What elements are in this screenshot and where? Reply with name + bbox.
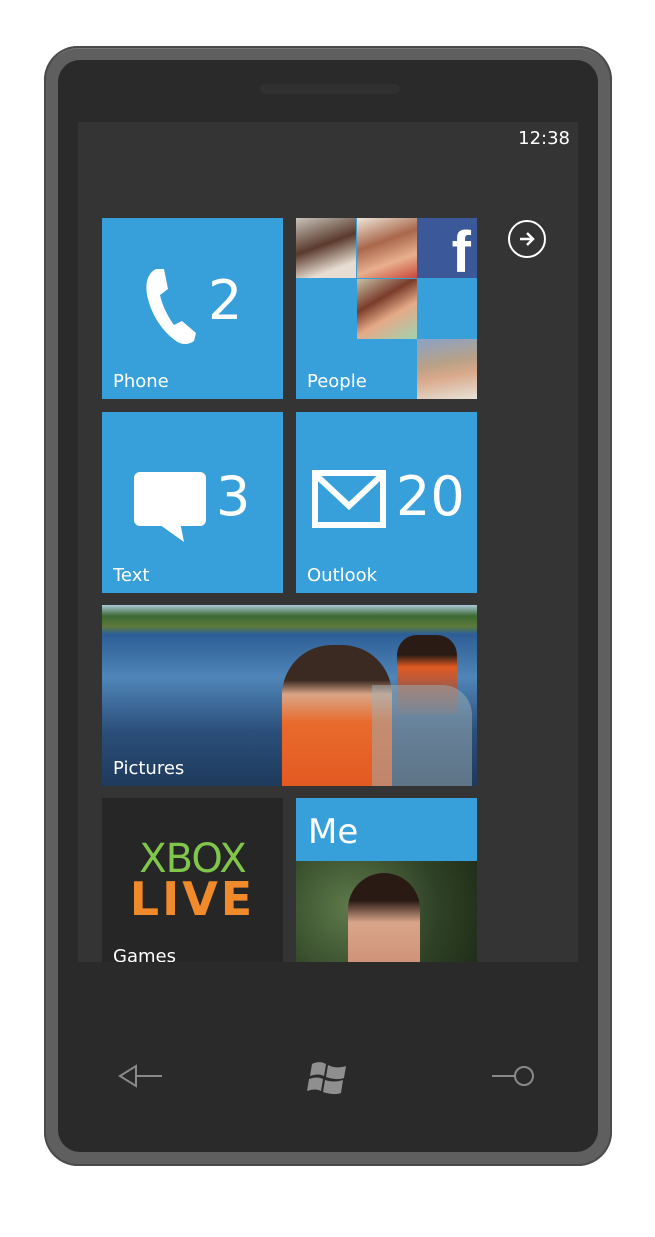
text-unread-count: 3 bbox=[216, 465, 251, 528]
tile-text[interactable]: 3 Text bbox=[102, 412, 283, 593]
me-photo bbox=[296, 861, 477, 962]
tile-people-label: People bbox=[307, 371, 367, 392]
phone-missed-count: 2 bbox=[208, 269, 243, 332]
back-button[interactable] bbox=[118, 1060, 164, 1092]
people-photo-1 bbox=[296, 218, 356, 278]
tile-outlook[interactable]: 20 Outlook bbox=[296, 412, 477, 593]
tile-me-label: Me bbox=[308, 812, 359, 852]
search-button[interactable] bbox=[490, 1060, 536, 1092]
status-time: 12:38 bbox=[518, 128, 570, 149]
start-button[interactable] bbox=[306, 1060, 348, 1095]
people-photo-2 bbox=[357, 218, 417, 278]
back-arrow-icon bbox=[118, 1064, 162, 1088]
tile-pictures[interactable]: Pictures bbox=[102, 605, 477, 786]
start-screen: 12:38 2 Phone f People 3 Text 20 Outlook… bbox=[78, 122, 578, 962]
facebook-icon: f bbox=[417, 218, 477, 278]
tile-phone-label: Phone bbox=[113, 371, 169, 392]
tile-games-label: Games bbox=[113, 946, 176, 962]
app-list-button[interactable] bbox=[508, 220, 546, 258]
search-icon bbox=[492, 1066, 534, 1086]
people-photo-4 bbox=[417, 339, 477, 399]
phone-handset-icon bbox=[146, 269, 196, 344]
tile-phone[interactable]: 2 Phone bbox=[102, 218, 283, 399]
xbox-logo-bottom: LIVE bbox=[129, 872, 256, 926]
earpiece bbox=[260, 84, 400, 94]
people-photo-3 bbox=[357, 279, 417, 339]
tile-text-label: Text bbox=[113, 565, 150, 586]
tile-me[interactable]: Me bbox=[296, 798, 477, 962]
arrow-right-circle-icon bbox=[520, 232, 535, 246]
envelope-icon bbox=[312, 470, 386, 528]
speech-bubble-icon bbox=[134, 472, 206, 542]
tile-games[interactable]: XBOX LIVE Games bbox=[102, 798, 283, 962]
tile-outlook-label: Outlook bbox=[307, 565, 378, 586]
outlook-unread-count: 20 bbox=[396, 465, 465, 528]
tile-pictures-label: Pictures bbox=[113, 758, 185, 779]
windows-logo-icon bbox=[307, 1062, 346, 1095]
pictures-photo-canoe bbox=[372, 685, 472, 786]
tile-people[interactable]: f People bbox=[296, 218, 477, 399]
